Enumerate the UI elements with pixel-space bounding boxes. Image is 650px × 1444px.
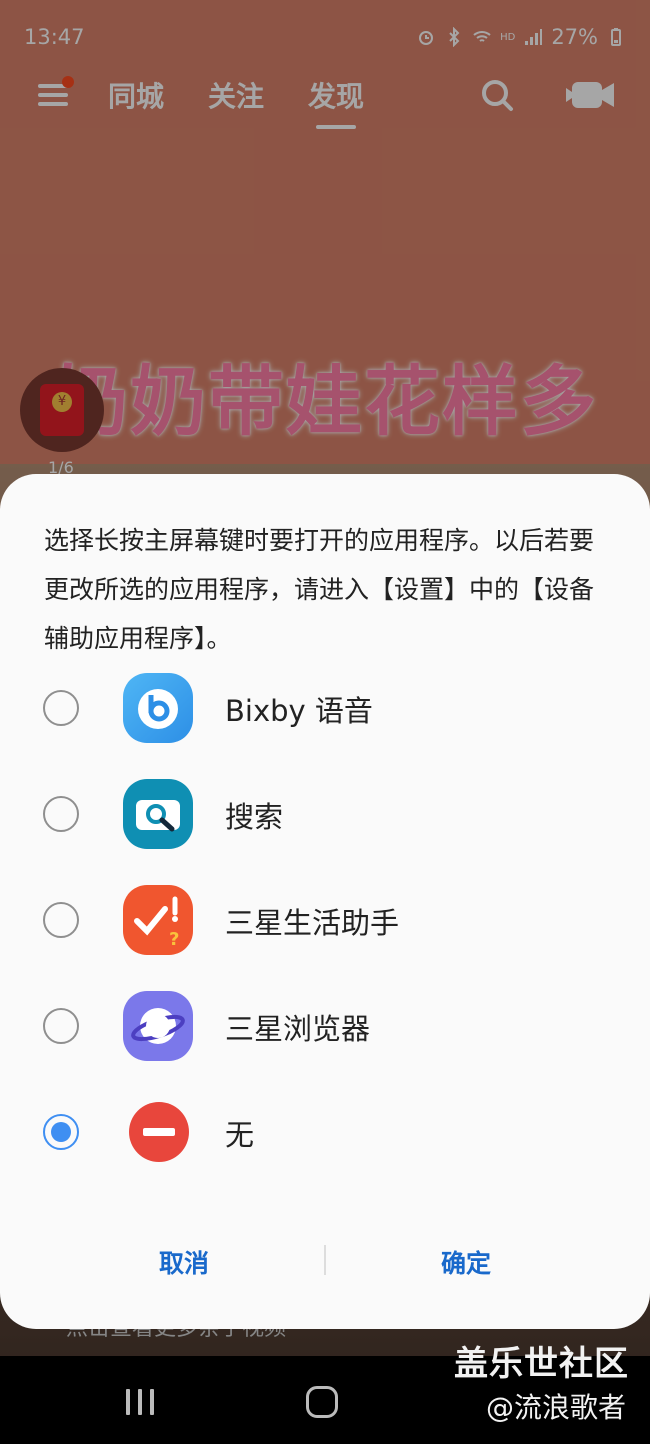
recent-apps-button[interactable] — [126, 1389, 154, 1415]
samsung-life-assistant-icon: ? — [123, 885, 193, 955]
option-label: 无 — [225, 1118, 255, 1152]
option-none[interactable]: 无 — [0, 1082, 650, 1182]
option-label: 三星生活助手 — [225, 906, 400, 940]
watermark-community: 盖乐世社区 — [454, 1344, 629, 1384]
option-label: Bixby 语音 — [225, 694, 373, 728]
assist-app-dialog: 选择长按主屏幕键时要打开的应用程序。以后若要更改所选的应用程序，请进入【设置】中… — [0, 474, 650, 1329]
option-browser[interactable]: 三星浏览器 — [0, 976, 650, 1076]
radio-search[interactable] — [43, 796, 79, 832]
option-bixby[interactable]: Bixby 语音 — [0, 658, 650, 758]
dialog-message: 选择长按主屏幕键时要打开的应用程序。以后若要更改所选的应用程序，请进入【设置】中… — [44, 526, 595, 653]
search-app-icon — [123, 779, 193, 849]
home-button[interactable] — [306, 1386, 338, 1418]
radio-bixby[interactable] — [43, 690, 79, 726]
samsung-browser-icon — [123, 991, 193, 1061]
option-life-assistant[interactable]: ? 三星生活助手 — [0, 870, 650, 970]
option-label: 搜索 — [225, 800, 284, 834]
none-icon — [123, 1097, 193, 1167]
confirm-button[interactable]: 确定 — [366, 1234, 566, 1294]
radio-none-selected[interactable] — [43, 1114, 79, 1150]
button-divider — [324, 1245, 326, 1275]
bixby-icon — [123, 673, 193, 743]
option-search[interactable]: 搜索 — [0, 764, 650, 864]
watermark-author: @流浪歌者 — [486, 1391, 627, 1424]
option-label: 三星浏览器 — [225, 1012, 371, 1046]
cancel-button[interactable]: 取消 — [84, 1234, 284, 1294]
radio-life-assistant[interactable] — [43, 902, 79, 938]
svg-text:?: ? — [169, 929, 179, 950]
radio-browser[interactable] — [43, 1008, 79, 1044]
